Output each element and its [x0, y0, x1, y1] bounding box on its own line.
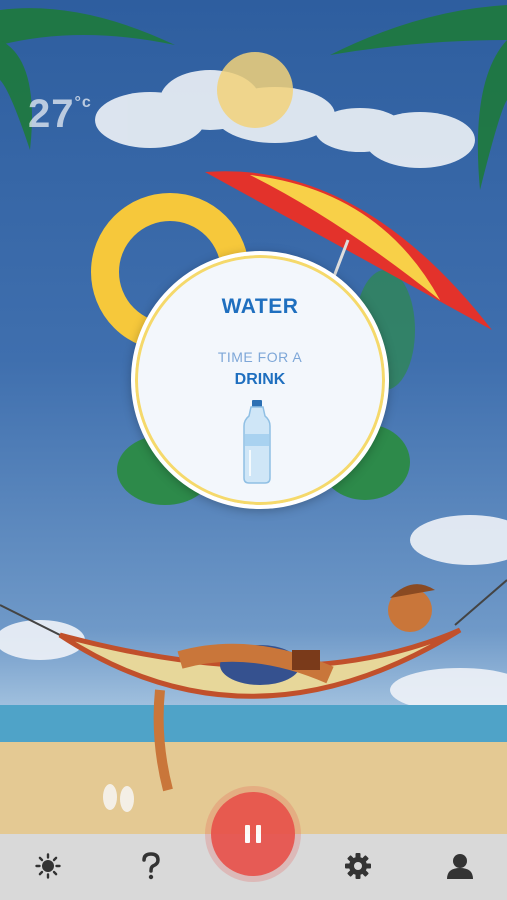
settings-button[interactable]	[334, 842, 382, 890]
sun-icon	[35, 853, 61, 879]
gear-icon	[345, 853, 371, 879]
reminder-title: WATER	[221, 295, 299, 318]
app-screen: 27°c WATER TIME FOR A DRINK	[0, 0, 507, 900]
reminder-card[interactable]: WATER TIME FOR A DRINK	[131, 251, 389, 509]
profile-button[interactable]	[436, 842, 484, 890]
sea	[0, 705, 507, 745]
help-button[interactable]	[127, 842, 175, 890]
user-icon	[447, 854, 473, 879]
water-bottle-icon	[243, 400, 271, 484]
pause-button[interactable]	[211, 792, 295, 876]
reminder-subtitle: TIME FOR A	[217, 349, 303, 365]
reminder-action: DRINK	[234, 371, 286, 388]
temperature-value: 27	[28, 92, 75, 136]
help-icon	[142, 852, 160, 880]
sun-illustration	[217, 52, 293, 128]
temperature-unit: °c	[74, 94, 92, 111]
temperature-readout: 27°c	[28, 92, 92, 137]
weather-button[interactable]	[24, 842, 72, 890]
pause-icon	[245, 825, 261, 843]
